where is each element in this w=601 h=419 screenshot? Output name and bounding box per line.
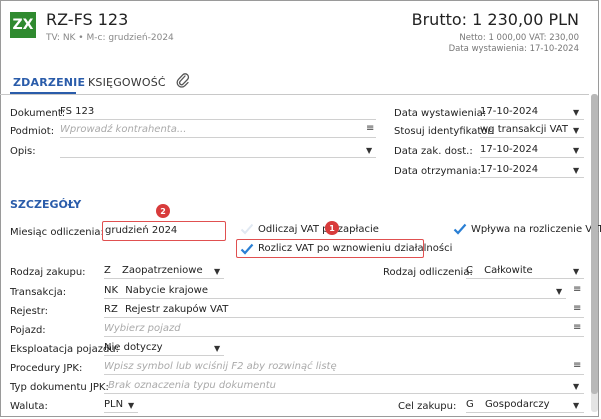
dokument-label: Dokument: <box>10 108 66 119</box>
chevron-down-icon[interactable]: ▼ <box>573 382 579 391</box>
typ-dokumentu-select[interactable]: Brak oznaczenia typu dokumentu <box>104 379 584 394</box>
transakcja-code: NK <box>104 285 119 296</box>
hamburger-icon[interactable]: ≡ <box>366 123 374 134</box>
typ-dokumentu-placeholder: Brak oznaczenia typu dokumentu <box>108 380 277 391</box>
chevron-down-icon[interactable]: ▼ <box>366 146 372 155</box>
chevron-down-icon[interactable]: ▼ <box>573 401 579 410</box>
brutto-amount: Brutto: 1 230,00 PLN <box>411 10 579 29</box>
document-type-logo: ZX <box>10 12 36 38</box>
transakcja-label: Transakcja: <box>10 287 67 298</box>
procedury-input[interactable]: Wpisz symbol lub wciśnij F2 aby rozwinąć… <box>104 360 584 375</box>
hamburger-icon[interactable]: ≡ <box>573 303 581 314</box>
waluta-value: PLN <box>104 399 124 410</box>
rozlicz-vat-checkbox[interactable]: Rozlicz VAT po wznowieniu działalności <box>236 239 452 258</box>
stosuj-select[interactable]: wg transakcji VAT <box>480 123 584 138</box>
wplywa-label: Wpływa na rozliczenie VAT <box>471 224 601 235</box>
odliczaj-label: Odliczaj VAT po zapłacie <box>258 224 379 235</box>
data-wystawienia-value: 17-10-2024 <box>480 106 539 117</box>
opis-label: Opis: <box>10 146 36 157</box>
rodzaj-odliczenia-value: Całkowite <box>484 265 533 276</box>
chevron-down-icon[interactable]: ▼ <box>573 126 579 135</box>
data-wystawienia-field[interactable]: 17-10-2024 <box>480 105 584 120</box>
miesiac-value: grudzień 2024 <box>105 225 178 236</box>
cel-zakupu-select[interactable]: G Gospodarczy <box>466 398 584 413</box>
document-title: RZ-FS 123 <box>46 10 129 29</box>
data-otrz-label: Data otrzymania: <box>394 166 481 177</box>
dokument-field[interactable]: FS 123 <box>60 105 376 120</box>
data-otrz-value: 17-10-2024 <box>480 164 539 175</box>
procedury-label: Procedury JPK: <box>10 363 83 374</box>
chevron-down-icon[interactable]: ▼ <box>128 401 134 410</box>
chevron-down-icon[interactable]: ▼ <box>573 146 579 155</box>
scrollbar-thumb[interactable] <box>591 94 598 394</box>
podmiot-input[interactable]: Wprowadź kontrahenta... <box>60 123 376 138</box>
annotation-badge-2: 2 <box>156 204 170 218</box>
transakcja-value: Nabycie krajowe <box>125 285 208 296</box>
rodzaj-odliczenia-code: C <box>466 265 473 276</box>
opis-select[interactable] <box>60 143 376 158</box>
rejestr-field[interactable]: RZ Rejestr zakupów VAT <box>104 303 584 318</box>
issue-date-summary: Data wystawienia: 17-10-2024 <box>448 44 579 54</box>
typ-dokumentu-label: Typ dokumentu JPK: <box>10 382 109 393</box>
rozlicz-vat-label: Rozlicz VAT po wznowieniu działalności <box>258 243 453 254</box>
checkmark-icon <box>240 243 254 258</box>
rodzaj-zakupu-select[interactable]: Z Zaopatrzeniowe <box>104 264 224 279</box>
stosuj-value: wg transakcji VAT <box>480 124 568 135</box>
rodzaj-odliczenia-select[interactable]: C Całkowite <box>466 264 584 279</box>
data-zak-value: 17-10-2024 <box>480 144 539 155</box>
chevron-down-icon[interactable]: ▼ <box>214 344 220 353</box>
tabs-divider <box>0 94 589 95</box>
eksploatacja-label: Eksploatacja pojazdu: <box>10 344 119 355</box>
waluta-label: Waluta: <box>10 401 48 412</box>
rodzaj-odliczenia-label: Rodzaj odliczenia: <box>383 267 473 278</box>
hamburger-icon[interactable]: ≡ <box>573 360 581 371</box>
cel-zakupu-label: Cel zakupu: <box>398 401 457 412</box>
section-title-szczegoly: SZCZEGÓŁY <box>10 198 82 211</box>
pojazd-label: Pojazd: <box>10 325 46 336</box>
rodzaj-zakupu-label: Rodzaj zakupu: <box>10 267 86 278</box>
tab-zdarzenie[interactable]: ZDARZENIE <box>13 76 85 89</box>
wplywa-checkbox[interactable] <box>453 223 467 238</box>
eksploatacja-value: Nie dotyczy <box>104 342 163 353</box>
chevron-down-icon[interactable]: ▼ <box>556 287 562 296</box>
pojazd-input[interactable]: Wybierz pojazd <box>104 322 584 337</box>
annotation-badge-1: 1 <box>325 221 339 235</box>
podmiot-label: Podmiot: <box>10 126 55 137</box>
document-subtitle: TV: NK • M-c: grudzień-2024 <box>46 33 174 43</box>
eksploatacja-select[interactable]: Nie dotyczy <box>104 341 224 356</box>
procedury-placeholder: Wpisz symbol lub wciśnij F2 aby rozwinąć… <box>104 361 337 372</box>
pojazd-placeholder: Wybierz pojazd <box>104 323 181 334</box>
tab-ksiegowosc[interactable]: KSIĘGOWOŚĆ <box>88 76 166 89</box>
transakcja-select[interactable]: NK Nabycie krajowe <box>104 284 566 299</box>
netto-vat-summary: Netto: 1 000,00 VAT: 230,00 <box>459 33 579 43</box>
cel-zakupu-value: Gospodarczy <box>484 399 550 410</box>
chevron-down-icon[interactable]: ▼ <box>573 267 579 276</box>
rodzaj-zakupu-value: Zaopatrzeniowe <box>122 265 203 276</box>
hamburger-icon[interactable]: ≡ <box>573 322 581 333</box>
data-otrz-field[interactable]: 17-10-2024 <box>480 163 584 178</box>
odliczaj-checkbox[interactable] <box>240 223 254 238</box>
data-zak-label: Data zak. dost.: <box>394 146 473 157</box>
chevron-down-icon[interactable]: ▼ <box>573 108 579 117</box>
miesiac-label: Miesiąc odliczenia: <box>10 227 104 238</box>
chevron-down-icon[interactable]: ▼ <box>214 267 220 276</box>
dokument-value: FS 123 <box>60 106 95 117</box>
miesiac-odliczenia-field[interactable]: grudzień 2024 <box>102 221 226 241</box>
paperclip-icon[interactable] <box>176 72 190 88</box>
rejestr-code: RZ <box>104 304 118 315</box>
data-wystawienia-label: Data wystawienia: <box>394 108 487 119</box>
rejestr-value: Rejestr zakupów VAT <box>125 304 229 315</box>
podmiot-placeholder: Wprowadź kontrahenta... <box>60 124 187 135</box>
data-zak-field[interactable]: 17-10-2024 <box>480 143 584 158</box>
rejestr-label: Rejestr: <box>10 306 49 317</box>
chevron-down-icon[interactable]: ▼ <box>573 166 579 175</box>
cel-zakupu-code: G <box>466 399 474 410</box>
hamburger-icon[interactable]: ≡ <box>573 284 581 295</box>
rodzaj-zakupu-code: Z <box>104 265 111 276</box>
